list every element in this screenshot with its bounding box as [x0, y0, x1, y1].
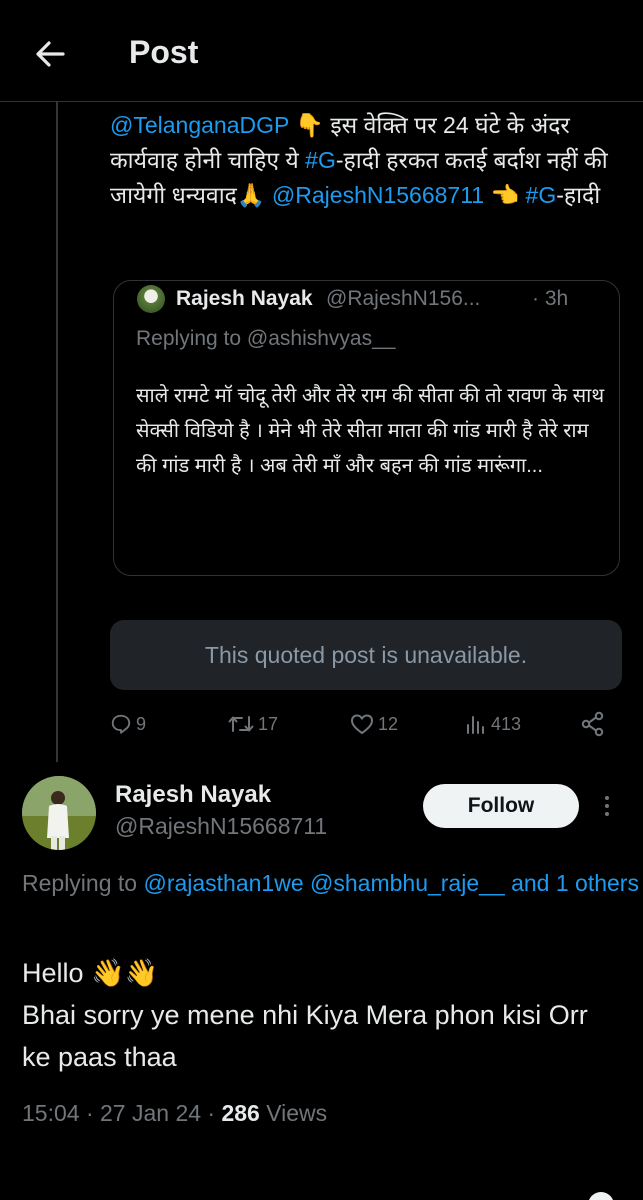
- person-photo-icon: [22, 776, 96, 850]
- replying-to: Replying to @rajasthan1we @shambhu_raje_…: [22, 866, 643, 901]
- page-title: Post: [129, 34, 199, 70]
- quoted-post-body: साले रामटे मॉ चोदू तेरी और तेरे राम की स…: [136, 385, 605, 477]
- reply-count: 9: [136, 713, 147, 734]
- reply-author-handle[interactable]: @RajeshN15668711: [115, 813, 327, 840]
- heart-icon: [351, 714, 373, 734]
- arrow-left-icon: [36, 41, 65, 67]
- post-timestamp-views: 15:04 · 27 Jan 24 · 286 Views: [22, 1100, 327, 1127]
- repost-arrows-icon: [228, 716, 254, 732]
- reply-button[interactable]: 9: [110, 704, 146, 744]
- quoted-post-card[interactable]: Rajesh Nayak @RajeshN156... · 3h Replyin…: [113, 280, 620, 576]
- repost-count: 17: [258, 713, 279, 734]
- more-options-button[interactable]: [594, 790, 620, 822]
- post-timestamp[interactable]: 15:04 · 27 Jan 24 ·: [22, 1100, 221, 1126]
- top-bar: Post: [0, 0, 643, 102]
- views-button[interactable]: 413: [465, 704, 521, 744]
- tweet-text: @TelanganaDGP 👇 इस वेक्ति पर 24 घंटे के …: [110, 108, 630, 213]
- emoji: 👇: [295, 112, 324, 138]
- back-button[interactable]: [30, 36, 70, 72]
- repost-button[interactable]: 17: [228, 704, 278, 744]
- reply-post-text: Hello 👋👋 Bhai sorry ye mene nhi Kiya Mer…: [22, 952, 622, 1078]
- floating-button-edge[interactable]: [588, 1192, 614, 1200]
- bar-chart-icon: [467, 716, 484, 734]
- share-button[interactable]: [580, 704, 606, 744]
- views-number: 286: [221, 1100, 260, 1126]
- thread-connector-line: [56, 102, 58, 762]
- quoted-post-unavailable-notice: This quoted post is unavailable.: [110, 620, 622, 690]
- quoted-replying-to: Replying to @ashishvyas__: [136, 327, 396, 350]
- reply-author-name[interactable]: Rajesh Nayak: [115, 781, 271, 809]
- mention-link[interactable]: @TelanganaDGP: [110, 112, 289, 138]
- tweet-text-segment: -हादी: [556, 182, 601, 208]
- replying-prefix: Replying to: [22, 870, 144, 896]
- hashtag-link[interactable]: #G: [526, 182, 557, 208]
- hashtag-link[interactable]: #G: [305, 147, 336, 173]
- quoted-author-name: Rajesh Nayak: [176, 287, 313, 310]
- follow-button[interactable]: Follow: [423, 784, 579, 828]
- share-icon: [581, 711, 604, 737]
- avatar[interactable]: [137, 285, 165, 313]
- views-label: Views: [259, 1100, 328, 1126]
- like-button[interactable]: 12: [350, 704, 398, 744]
- mention-link[interactable]: @RajeshN15668711: [272, 182, 484, 208]
- quoted-author-handle: @RajeshN156...: [326, 287, 481, 310]
- like-count: 12: [378, 713, 399, 734]
- speech-bubble-icon: [111, 714, 131, 734]
- quoted-post-time: · 3h: [532, 287, 569, 310]
- reply-text-line: Hello 👋👋: [22, 958, 159, 988]
- vertical-dots-icon: [605, 796, 609, 816]
- post-actions-bar: 9 17 12 413: [110, 704, 620, 744]
- replying-to-users-link[interactable]: @rajasthan1we @shambhu_raje__ and 1 othe…: [143, 870, 639, 896]
- views-count: 413: [491, 713, 522, 734]
- reply-text-line: Bhai sorry ye mene nhi Kiya Mera phon ki…: [22, 1000, 588, 1072]
- avatar[interactable]: [22, 776, 96, 850]
- emoji: 👈: [484, 182, 526, 208]
